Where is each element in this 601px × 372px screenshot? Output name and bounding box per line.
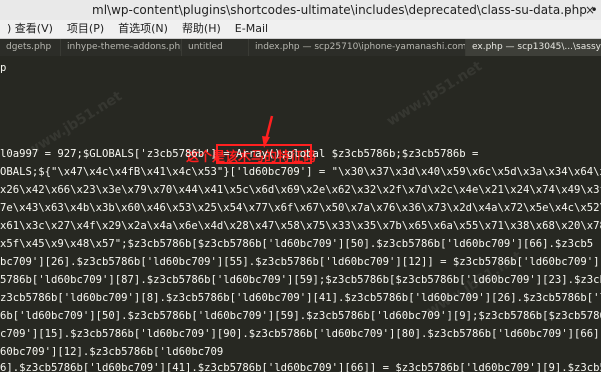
tab-index-php[interactable]: index.php — scp25710\iphone-yamanashi.co… <box>249 39 466 56</box>
window-controls: – × <box>557 0 601 20</box>
minimize-button[interactable]: – <box>557 0 579 20</box>
code-line: z3cb5786b['ld60bc709'][8].$z3cb5786b['ld… <box>0 292 601 304</box>
code-line: x26\x42\x66\x23\x3e\x79\x70\x44\x41\x5c\… <box>0 184 601 196</box>
code-line: x5f\x45\x9\x48\x57";$z3cb5786b[$z3cb5786… <box>0 238 594 250</box>
code-line: 6b['ld60bc709'][50].$z3cb5786b['ld60bc70… <box>0 310 601 322</box>
code-line: x61\x3c\x27\x4f\x29\x2a\x4a\x6e\x4d\x28\… <box>0 220 601 232</box>
code-line: c709'][15].$z3cb5786b['ld60bc709'][90].$… <box>0 328 601 340</box>
tab-untitled[interactable]: untitled <box>182 39 249 56</box>
menu-preferences[interactable]: 首选项(N) <box>111 20 175 38</box>
window-title: ml\wp-content\plugins\shortcodes-ultimat… <box>92 3 601 17</box>
code-line: 60bc709'][12].$z3cb5786b['ld60bc709 <box>0 346 224 358</box>
tab-label: dgets.php <box>6 42 52 52</box>
code-line: 7e\x43\x63\x4b\x3b\x60\x46\x53\x25\x54\x… <box>0 202 601 214</box>
tab-label: inhype-theme-addons.php <box>67 42 182 52</box>
menu-bar: ) 查看(V) 项目(P) 首选项(N) 帮助(H) E-Mail <box>0 20 601 39</box>
code-line: 6].$z3cb5786b['ld60bc709'][41].$z3cb5786… <box>0 362 601 372</box>
signature-highlight-box <box>216 144 312 164</box>
tab-ex-php[interactable]: ex.php — scp13045\...\sassy-social-share <box>466 39 601 56</box>
tab-inhype-addons[interactable]: inhype-theme-addons.php <box>61 39 182 56</box>
menu-project[interactable]: 项目(P) <box>60 20 111 38</box>
code-editor[interactable]: p 这个是该木马的特征码 l0a997 = 927;$GLOBALS['z3cb… <box>0 56 601 372</box>
tab-widgets[interactable]: dgets.php <box>0 39 61 56</box>
window-title-bar: ml\wp-content\plugins\shortcodes-ultimat… <box>0 0 601 20</box>
tab-label: untitled <box>188 42 223 52</box>
menu-view[interactable]: ) 查看(V) <box>0 20 60 38</box>
code-line: OBALS;${"\x47\x4c\x4fB\x41\x4c\x53"}['ld… <box>0 166 601 178</box>
tab-bar: dgets.php inhype-theme-addons.php untitl… <box>0 39 601 56</box>
code-line: 5786b['ld60bc709'][87].$z3cb5786b['ld60b… <box>0 274 601 286</box>
tab-label: index.php — scp25710\iphone-yamanashi.co… <box>255 42 466 52</box>
menu-email[interactable]: E-Mail <box>228 20 275 38</box>
menu-help[interactable]: 帮助(H) <box>175 20 228 38</box>
tab-label: ex.php — scp13045\...\sassy-social-share <box>472 42 601 52</box>
close-button[interactable]: × <box>579 0 601 20</box>
